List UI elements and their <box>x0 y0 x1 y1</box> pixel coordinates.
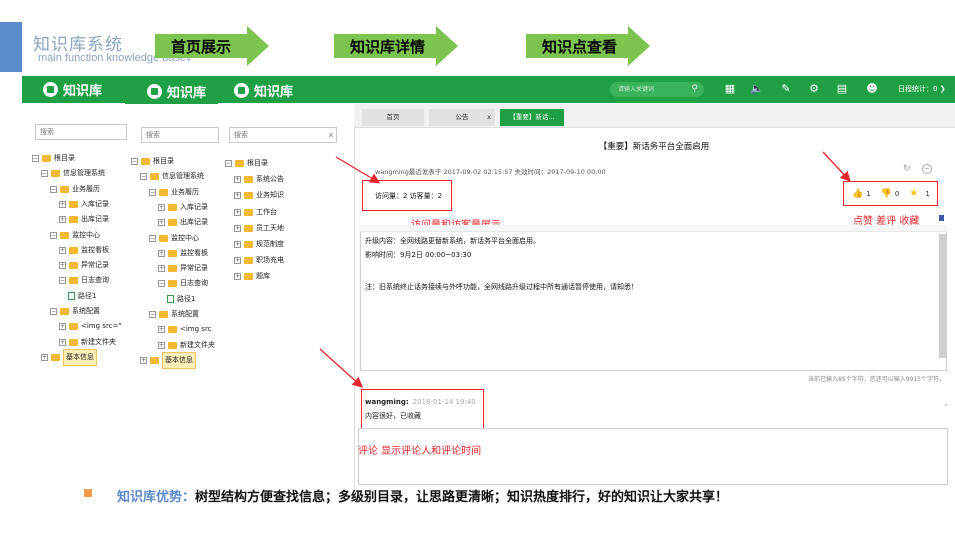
bullet-square <box>84 489 92 497</box>
annotation-arrows <box>319 151 851 388</box>
footer-body: 树型结构方便查找信息；多级别目录，让思路更清晰；知识热度排行，好的知识让大家共享… <box>195 490 729 505</box>
arrow-to-actions <box>822 151 851 182</box>
footer-text: 知识库优势：树型结构方便查找信息；多级别目录，让思路更清晰；知识热度排行，好的知… <box>117 486 728 505</box>
arrow-to-counts <box>335 156 381 184</box>
arrow-to-comment <box>319 348 363 388</box>
footer-lead: 知识库优势： <box>117 490 196 505</box>
